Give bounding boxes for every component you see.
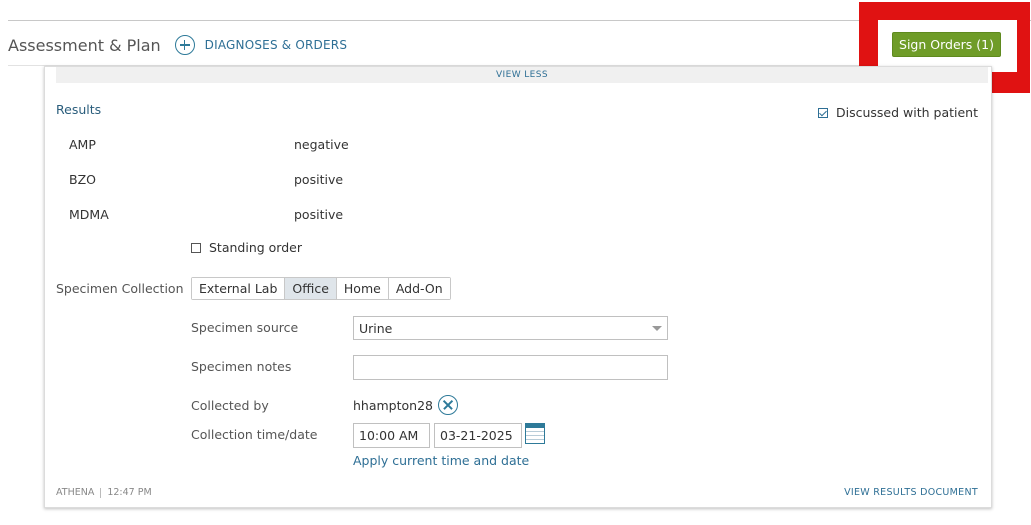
plus-circle-icon [174,35,195,55]
standing-order-label: Standing order [209,240,302,255]
collection-option-add-on[interactable]: Add-On [388,278,450,299]
add-diagnoses-orders-label: DIAGNOSES & ORDERS [204,38,348,52]
result-name: MDMA [69,207,109,222]
add-diagnoses-orders-button[interactable]: DIAGNOSES & ORDERS [174,35,348,55]
standing-order[interactable]: Standing order [191,240,302,255]
specimen-source-value: Urine [359,320,393,336]
collection-time-label: Collection time/date [191,427,318,442]
specimen-notes-input[interactable] [353,355,668,380]
collected-by-label: Collected by [191,398,269,413]
apply-current-time-link[interactable]: Apply current time and date [353,453,529,468]
results-card: VIEW LESS Results Discussed with patient… [44,66,992,508]
specimen-collection-label: Specimen Collection [56,281,184,296]
discussed-label: Discussed with patient [835,105,978,120]
result-name: BZO [69,172,96,187]
result-value: negative [294,137,349,152]
discussed-checkbox[interactable] [817,107,828,118]
section-title: Assessment & Plan [8,35,161,55]
collected-by-value: hhampton28 [353,397,433,413]
specimen-notes-label: Specimen notes [191,359,292,374]
footer-separator [100,487,102,498]
collection-option-office[interactable]: Office [285,278,337,299]
collected-by: hhampton28 [353,395,458,415]
collection-time-input[interactable]: 10:00 AM [353,423,430,448]
specimen-source-label: Specimen source [191,320,299,335]
result-name: AMP [69,137,96,152]
calendar-icon[interactable] [525,423,545,444]
dropdown-caret-icon [652,326,662,331]
discussed-with-patient[interactable]: Discussed with patient [817,105,978,120]
view-results-document-link[interactable]: VIEW RESULTS DOCUMENT [844,487,978,498]
remove-collector-icon[interactable] [438,395,458,415]
results-label: Results [56,102,102,117]
collection-type-segmented: External Lab Office Home Add-On [191,277,451,300]
result-value: positive [294,172,344,187]
view-less-button[interactable]: VIEW LESS [56,67,988,83]
result-value: positive [294,207,344,222]
standing-order-checkbox[interactable] [191,242,201,253]
collection-option-external-lab[interactable]: External Lab [192,278,286,299]
footer-time: 12:47 PM [107,487,152,498]
sign-orders-button[interactable]: Sign Orders (1) [892,32,1001,57]
footer-source: ATHENA [56,487,95,498]
footer-meta: ATHENA 12:47 PM [56,487,152,498]
section-header: Assessment & Plan DIAGNOSES & ORDERS [8,30,347,60]
collection-date-input[interactable]: 03-21-2025 [434,423,522,448]
collection-option-home[interactable]: Home [336,278,389,299]
specimen-source-select[interactable]: Urine [353,316,668,340]
